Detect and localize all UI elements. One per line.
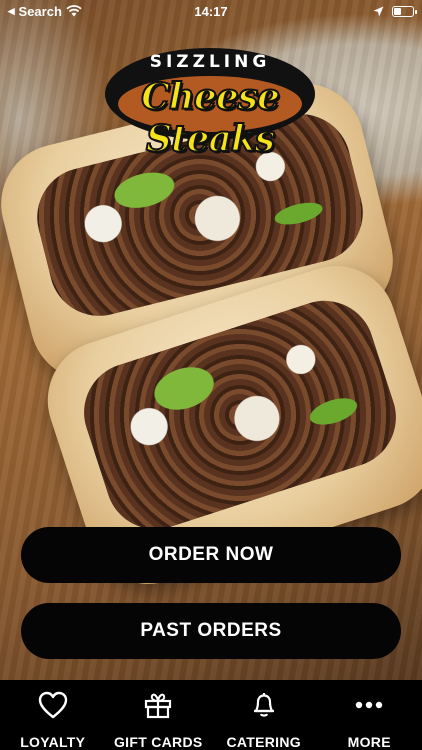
past-orders-button[interactable]: PAST ORDERS [21,603,401,659]
logo-line1: SIZZLING [149,52,271,72]
back-label: Search [18,3,62,19]
wifi-icon [66,5,82,17]
tab-catering[interactable]: CATERING [211,680,317,750]
tab-loyalty-label: LOYALTY [20,734,86,750]
gift-icon [143,690,173,720]
tab-more-label: MORE [347,734,391,750]
tab-loyalty[interactable]: LOYALTY [0,680,106,750]
location-arrow-icon [373,6,384,16]
tab-gift-cards-label: GIFT CARDS [113,734,203,750]
tab-bar: LOYALTY GIFT CARDS CATERING MORE [0,680,422,750]
logo-line2: Cheese Steaks [140,75,281,161]
back-to-search[interactable]: ◂ Search [8,3,82,19]
tab-more[interactable]: MORE [317,680,422,750]
back-chevron-icon: ◂ [8,3,15,18]
status-bar: ◂ Search 14:17 [0,0,422,22]
more-dots-icon [354,690,384,720]
heart-icon [38,690,68,720]
bell-icon [249,690,279,720]
brand-logo: SIZZLING Cheese Steaks [80,38,340,161]
tab-gift-cards[interactable]: GIFT CARDS [106,680,212,750]
battery-icon [392,5,417,17]
tab-catering-label: CATERING [226,734,301,750]
order-now-button[interactable]: ORDER NOW [21,527,401,583]
